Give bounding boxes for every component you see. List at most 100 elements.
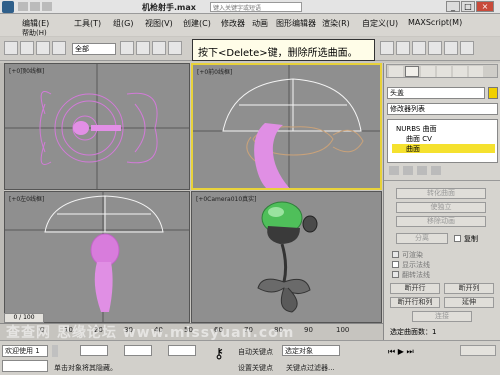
link-icon[interactable] [36, 41, 50, 55]
copy-checkbox[interactable] [454, 235, 461, 242]
window-title: 机枪射手.max [142, 3, 196, 12]
viewport-left-label[interactable]: [+0左0线框] [9, 194, 44, 203]
hierarchy-tab-icon[interactable] [421, 66, 435, 77]
coord-z-field[interactable] [168, 345, 196, 356]
viewport-top-label[interactable]: [+0顶0线框] [9, 66, 44, 75]
viewport-front[interactable]: [+0前0线框] [191, 63, 382, 190]
show-end-result-icon[interactable] [403, 166, 413, 175]
render-frame-icon[interactable] [396, 41, 410, 55]
object-name-field[interactable]: 头盖 [387, 87, 485, 99]
redo-icon[interactable] [20, 41, 34, 55]
quick-access-icon[interactable] [18, 2, 28, 11]
pin-stack-icon[interactable] [389, 166, 399, 175]
go-to-start-icon[interactable]: ⏮ [388, 347, 395, 356]
rectangle-select-icon[interactable] [152, 41, 166, 55]
menu-rendering[interactable]: 渲染(R) [322, 18, 350, 29]
display-normals-label: 显示法线 [402, 261, 430, 269]
move-icon[interactable] [168, 41, 182, 55]
app-window: 机枪射手.max 键入关键字或短语 _ □ × 编辑(E) 工具(T) 组(G)… [0, 0, 500, 375]
break-both-button[interactable]: 断开行和列 [390, 297, 440, 308]
menu-group[interactable]: 组(G) [113, 18, 133, 29]
stack-item-surface-cv[interactable]: 曲面 CV [406, 134, 432, 144]
key-filter-label[interactable]: 关键点过滤器... [286, 363, 335, 373]
app-logo-icon[interactable] [2, 1, 14, 13]
menu-create[interactable]: 创建(C) [183, 18, 211, 29]
flip-normals-label: 翻转法线 [402, 271, 430, 279]
stack-item-surface: 曲面 [406, 145, 420, 153]
save-file-icon[interactable] [42, 2, 52, 11]
menu-modifiers[interactable]: 修改器 [221, 18, 245, 29]
detach-button[interactable]: 分离 [396, 233, 448, 244]
render-setup-icon[interactable] [380, 41, 394, 55]
break-row-button[interactable]: 断开行 [390, 283, 440, 294]
viewport-camera[interactable]: [+0Camera010真实] [191, 191, 382, 323]
select-by-name-icon[interactable] [136, 41, 150, 55]
make-independent-button[interactable]: 使独立 [396, 202, 486, 213]
viewport-left[interactable]: [+0左0线框] [4, 191, 190, 323]
open-file-icon[interactable] [30, 2, 40, 11]
search-input[interactable]: 键入关键字或短语 [210, 2, 302, 12]
set-key-label[interactable]: 设置关键点 [238, 363, 273, 373]
flip-normals-checkbox[interactable] [392, 271, 399, 278]
join-button[interactable]: 连接 [412, 311, 472, 322]
modify-tab-icon[interactable] [405, 66, 419, 77]
material-editor-icon[interactable] [412, 41, 426, 55]
renderable-label: 可渲染 [402, 251, 423, 259]
renderable-checkbox[interactable] [392, 251, 399, 258]
viewport-front-label[interactable]: [+0前0线框] [197, 67, 232, 76]
motion-tab-icon[interactable] [437, 66, 451, 77]
selected-object-select[interactable]: 选定对象 [282, 345, 340, 356]
select-object-icon[interactable] [120, 41, 134, 55]
environment-icon[interactable] [460, 41, 474, 55]
play-icon[interactable]: ▶ [398, 347, 404, 356]
display-normals-checkbox[interactable] [392, 261, 399, 268]
panel-tabs [386, 64, 498, 78]
utilities-tab-icon[interactable] [469, 66, 483, 77]
maxscript-mini-input[interactable] [2, 360, 48, 372]
remove-animation-button[interactable]: 移除动画 [396, 216, 486, 227]
convert-surface-button[interactable]: 转化曲面 [396, 188, 486, 199]
remove-modifier-icon[interactable] [431, 166, 441, 175]
coord-x-field[interactable] [80, 345, 108, 356]
make-unique-icon[interactable] [417, 166, 427, 175]
coord-y-field[interactable] [124, 345, 152, 356]
menu-animation[interactable]: 动画 [252, 18, 268, 29]
menu-maxscript[interactable]: MAXScript(M) [408, 18, 462, 27]
watermark: 查查网 思缘论坛 www.missyuan.com [6, 325, 295, 341]
stack-item-surface-highlight[interactable]: 曲面 [392, 144, 495, 153]
teapot-icon[interactable] [444, 41, 458, 55]
stack-item-nurbs[interactable]: NURBS 曲面 [396, 124, 437, 134]
tick-100: 100 [336, 326, 350, 334]
delete-tooltip: 按下<Delete>键，删除所选曲面。 [192, 39, 375, 61]
status-bar: 欢迎使用 1 单击对象将其隐藏。 ⚷ 自动关键点 设置关键点 选定对象 关键点过… [0, 340, 500, 375]
break-column-button[interactable]: 断开列 [444, 283, 494, 294]
menu-tools[interactable]: 工具(T) [74, 18, 101, 29]
viewport-camera-label[interactable]: [+0Camera010真实] [196, 194, 257, 203]
menu-views[interactable]: 视图(V) [145, 18, 173, 29]
unlink-icon[interactable] [52, 41, 66, 55]
close-button[interactable]: × [476, 1, 494, 12]
selection-filter-select[interactable]: 全部 [72, 43, 116, 55]
search-placeholder: 键入关键字或短语 [213, 5, 262, 12]
maximize-button[interactable]: □ [461, 1, 475, 12]
display-tab-icon[interactable] [453, 66, 467, 77]
selection-filter-value: 全部 [75, 45, 89, 53]
viewport-nav-controls[interactable] [460, 345, 496, 356]
modifier-list-select[interactable]: 修改器列表 [387, 103, 498, 115]
menu-customize[interactable]: 自定义(U) [362, 18, 398, 29]
modifier-stack: NURBS 曲面 曲面 CV 曲面 [387, 119, 498, 163]
minimize-button[interactable]: _ [446, 1, 460, 12]
extend-button[interactable]: 延伸 [444, 297, 494, 308]
auto-key-label[interactable]: 自动关键点 [238, 347, 273, 357]
selected-surface-count: 选定曲面数：1 [390, 328, 437, 336]
go-to-end-icon[interactable]: ⏭ [406, 347, 413, 356]
maxscript-listener[interactable]: 欢迎使用 1 [2, 345, 48, 357]
viewport-top[interactable]: [+0顶0线框] [4, 63, 190, 190]
object-color-swatch[interactable] [488, 87, 498, 99]
panel-divider [384, 180, 500, 181]
key-icon[interactable]: ⚷ [214, 347, 234, 363]
create-tab-icon[interactable] [389, 66, 403, 77]
render-icon[interactable] [428, 41, 442, 55]
menu-graph-editors[interactable]: 图形编辑器 [276, 18, 316, 29]
undo-icon[interactable] [4, 41, 18, 55]
